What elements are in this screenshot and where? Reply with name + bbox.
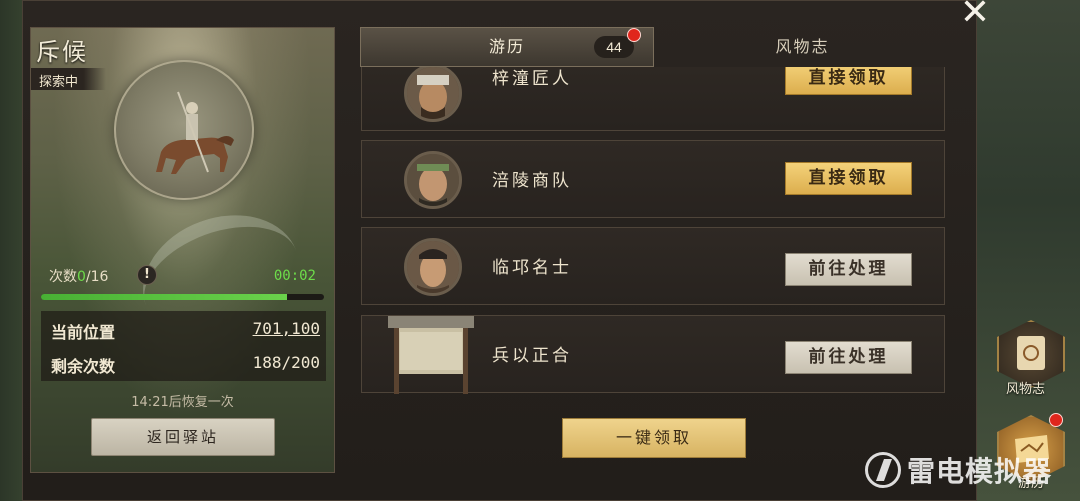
scout-panel: 斥候 探索中 次数0/16 ! 00:02 当前位置 701,100 剩余次数 … (30, 27, 335, 473)
lightning-logo-icon (865, 452, 901, 488)
progress-fill (41, 294, 288, 300)
recovery-timer-text: 14:21后恢复一次 (131, 395, 234, 410)
attempts-used: 0 (77, 269, 86, 285)
claim-directly-button[interactable]: 直接领取 (785, 162, 912, 195)
tab-travel-label: 游历 (488, 37, 525, 56)
scholar-portrait-icon (404, 238, 462, 296)
go-handle-button[interactable]: 前往处理 (785, 253, 912, 286)
watermark-text: 雷电模拟器 (907, 455, 1053, 488)
position-label: 当前位置 (51, 323, 116, 342)
horse-rider-icon (156, 91, 234, 174)
claim-directly-button[interactable]: 直接领取 (785, 67, 912, 95)
notification-dot (627, 28, 641, 42)
notice-board-icon (382, 314, 480, 394)
tab-travel[interactable]: 游历 44 (360, 27, 654, 67)
event-name: 临邛名士 (492, 258, 572, 278)
list-item: 梓潼匠人 直接领取 (361, 67, 945, 131)
remaining-value: 188/200 (252, 353, 320, 372)
remaining-label: 剩余次数 (51, 357, 116, 376)
merchant-portrait-icon (404, 151, 462, 209)
list-item: 兵以正合 前往处理 (361, 314, 945, 394)
return-to-station-button[interactable]: 返回驿站 (91, 418, 275, 456)
close-icon[interactable]: ✕ (955, 0, 995, 31)
exploration-progress-bar (41, 294, 324, 300)
attempts-counter: 次数0/16 (49, 266, 108, 286)
countdown-timer: 00:02 (273, 268, 316, 284)
exploring-status-tag: 探索中 (31, 68, 106, 90)
event-name: 涪陵商队 (492, 171, 572, 191)
notification-dot (1049, 413, 1063, 427)
event-list[interactable]: 梓潼匠人 直接领取 涪陵商队 直接领取 临邛名士 前往处理 兵以正合 前往处理 (361, 67, 945, 402)
panel-title: 斥候 (36, 38, 88, 66)
claim-all-button[interactable]: 一键领取 (562, 418, 746, 458)
attempts-label: 次数 (49, 269, 77, 285)
tab-bar: 游历 44 风物志 (360, 27, 945, 67)
scout-rider-portrait (114, 60, 254, 200)
info-alert-icon[interactable]: ! (137, 265, 157, 285)
position-info-box: 当前位置 701,100 剩余次数 188/200 (41, 311, 326, 381)
craftsman-portrait-icon (404, 67, 462, 122)
gazetteer-side-label: 风物志 (1006, 382, 1046, 397)
emulator-watermark: 雷电模拟器 (865, 448, 1052, 492)
tab-gazetteer[interactable]: 风物志 (660, 27, 945, 67)
event-name: 兵以正合 (492, 346, 572, 366)
go-handle-button[interactable]: 前往处理 (785, 341, 912, 374)
list-item: 涪陵商队 直接领取 (361, 140, 945, 218)
event-name: 梓潼匠人 (492, 69, 572, 89)
list-item: 临邛名士 前往处理 (361, 227, 945, 305)
position-value-link[interactable]: 701,100 (253, 319, 320, 338)
attempts-total: /16 (85, 269, 109, 285)
scroll-icon (1017, 336, 1045, 370)
